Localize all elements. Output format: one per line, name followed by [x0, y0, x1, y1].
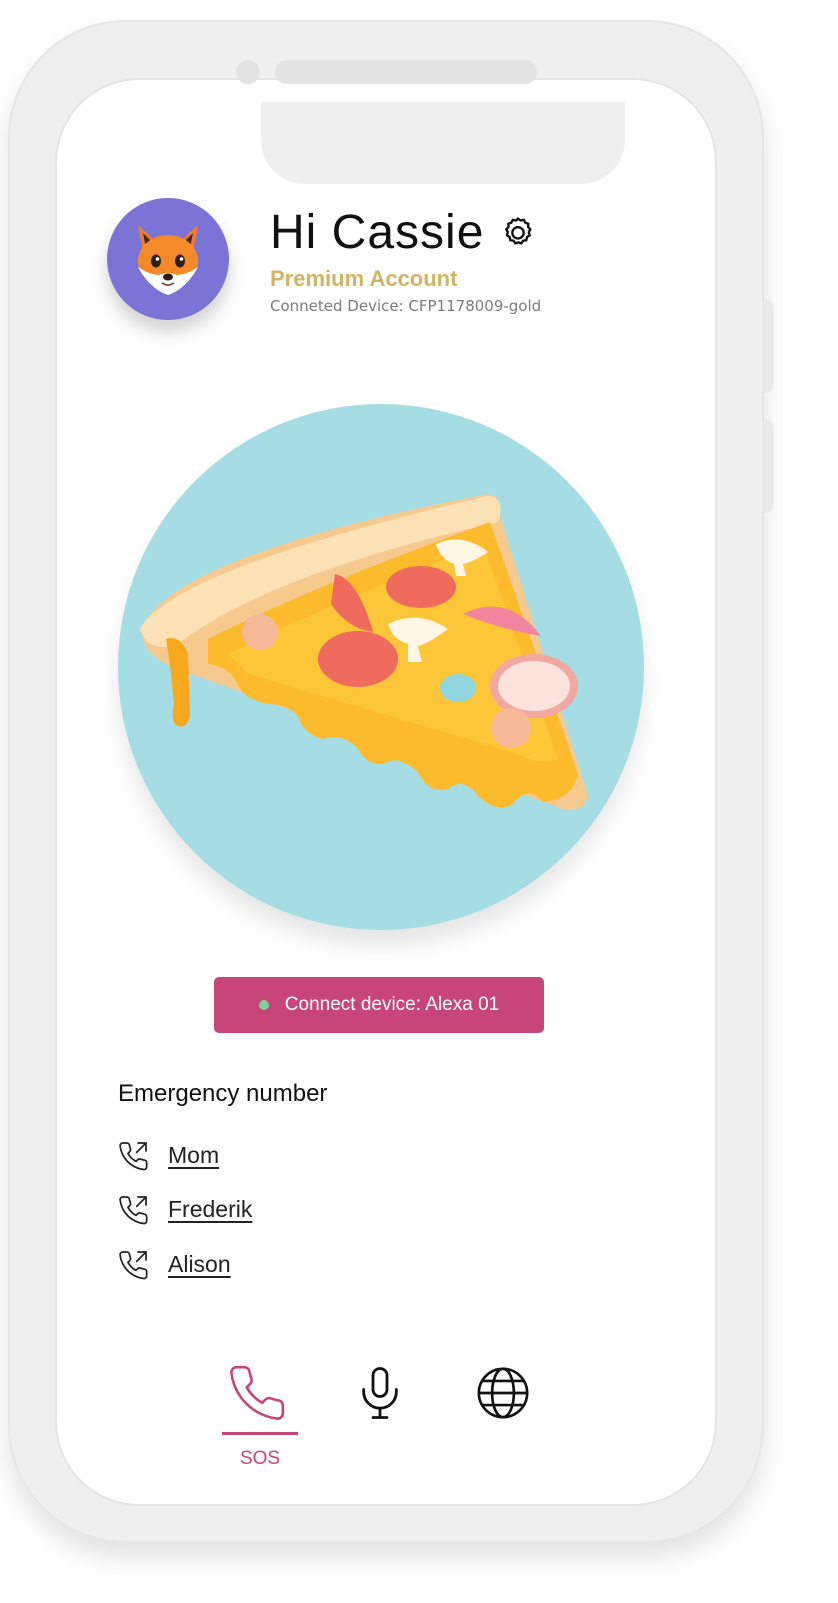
hero-image	[118, 404, 644, 930]
nav-sos[interactable]	[224, 1362, 290, 1424]
greeting-text: Hi Cassie	[270, 205, 485, 259]
connected-device: Conneted Device: CFP1178009-gold	[270, 297, 542, 315]
front-camera	[236, 60, 260, 84]
nav-sos-label[interactable]: SOS	[222, 1448, 298, 1470]
phone-outgoing-icon	[119, 1196, 148, 1225]
contact-mom[interactable]: Mom	[118, 1138, 219, 1172]
contact-name[interactable]: Frederik	[168, 1196, 252, 1223]
phone-outgoing-icon	[119, 1251, 148, 1280]
contact-frederik[interactable]: Frederik	[118, 1192, 252, 1226]
avatar[interactable]	[107, 198, 229, 320]
phone-outgoing-icon	[119, 1142, 148, 1171]
pizza-slice-illustration	[140, 494, 588, 811]
nav-voice[interactable]	[352, 1362, 408, 1424]
phone-icon	[230, 1365, 285, 1420]
account-type: Premium Account	[270, 266, 458, 291]
notch	[261, 102, 625, 184]
speaker-grill	[275, 60, 537, 84]
connect-device-button[interactable]: Connect device: Alexa 01	[214, 977, 544, 1033]
side-button-volume-up	[762, 300, 772, 392]
nav-sos-active-indicator	[222, 1432, 298, 1435]
microphone-icon	[362, 1367, 398, 1419]
globe-icon	[477, 1367, 529, 1419]
fox-emoji-icon	[138, 225, 198, 295]
gear-icon[interactable]	[498, 212, 538, 252]
emergency-title: Emergency number	[118, 1080, 328, 1107]
nav-web[interactable]	[474, 1364, 532, 1422]
contact-alison[interactable]: Alison	[118, 1247, 231, 1281]
side-button-volume-down	[762, 420, 772, 512]
status-dot-icon	[258, 1000, 269, 1010]
contact-name[interactable]: Mom	[168, 1142, 219, 1169]
connect-device-label: Connect device: Alexa 01	[284, 994, 500, 1015]
contact-name[interactable]: Alison	[168, 1251, 231, 1278]
greeting-title: Hi Cassie	[270, 202, 538, 262]
